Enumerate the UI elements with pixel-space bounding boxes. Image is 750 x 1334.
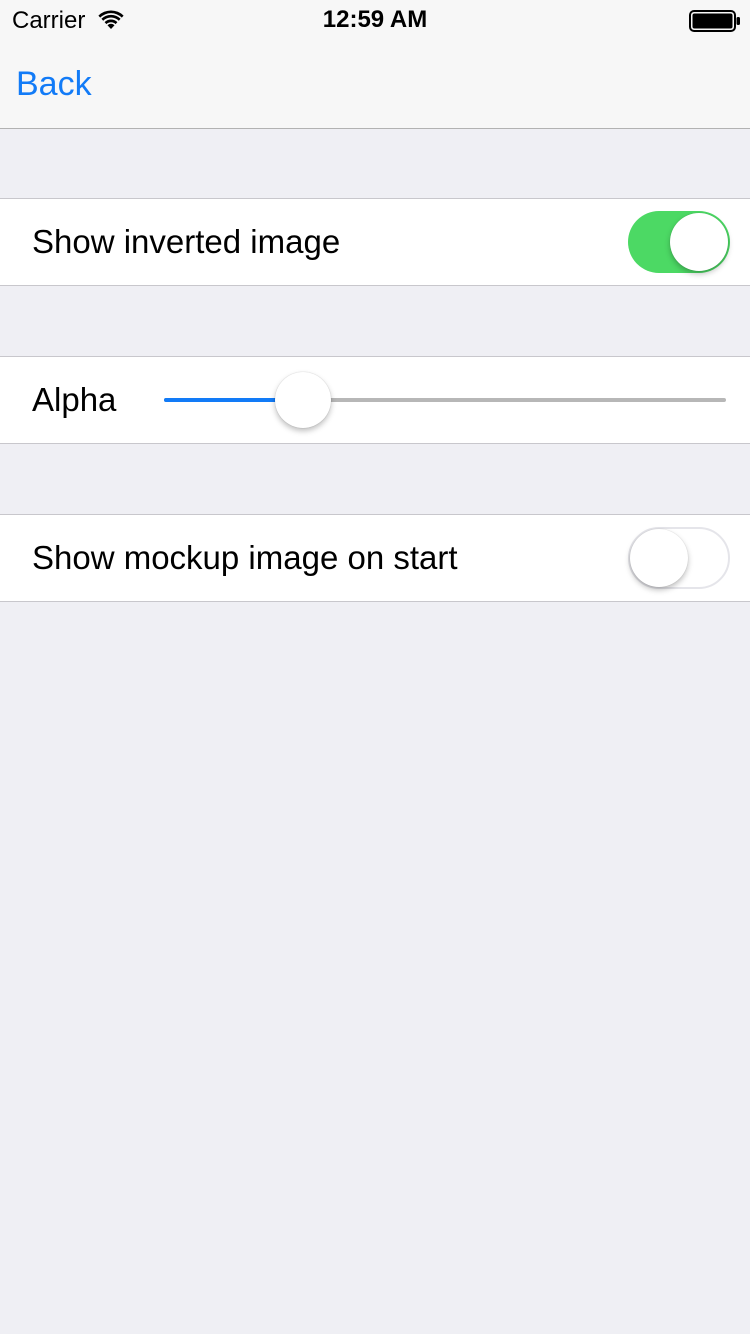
navigation-bar: Back <box>0 40 750 129</box>
back-button[interactable]: Back <box>16 64 92 104</box>
show-mockup-on-start-row: Show mockup image on start <box>0 514 750 602</box>
show-inverted-image-label: Show inverted image <box>32 223 341 260</box>
show-mockup-on-start-switch[interactable] <box>628 527 730 589</box>
alpha-row: Alpha <box>0 356 750 444</box>
show-mockup-on-start-label: Show mockup image on start <box>32 539 458 576</box>
battery-icon <box>689 10 740 32</box>
status-time: 12:59 AM <box>322 6 428 33</box>
alpha-label: Alpha <box>32 381 117 418</box>
switch-knob <box>630 529 688 587</box>
switch-knob <box>670 213 728 271</box>
status-bar: Carrier 12:59 AM <box>0 0 750 40</box>
show-inverted-image-switch[interactable] <box>628 211 730 273</box>
alpha-slider[interactable] <box>164 371 726 429</box>
show-inverted-image-row: Show inverted image <box>0 198 750 286</box>
slider-thumb[interactable] <box>275 372 332 428</box>
